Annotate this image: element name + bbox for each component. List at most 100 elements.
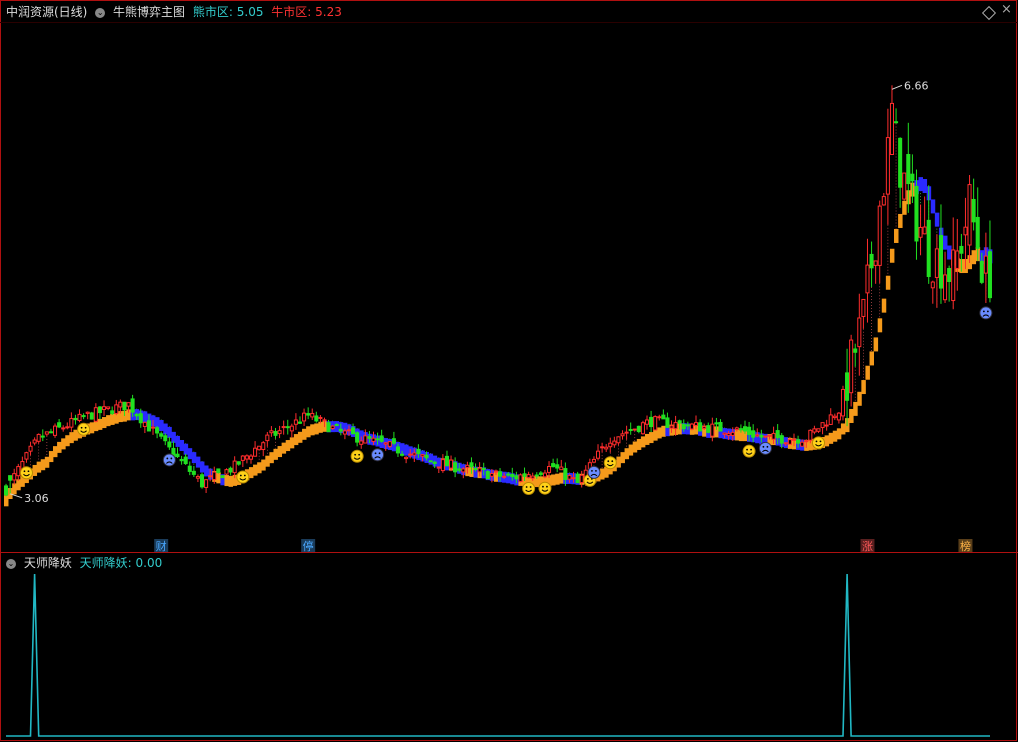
candle-up xyxy=(342,430,347,435)
candle-up xyxy=(571,477,576,480)
candle-up xyxy=(604,446,609,450)
candle-down xyxy=(926,219,931,277)
bear-band-segment xyxy=(199,461,205,473)
candle-down xyxy=(469,462,474,468)
candle-up xyxy=(922,226,927,235)
candle-down xyxy=(444,455,449,467)
candle-up xyxy=(195,476,200,479)
bull-band-segment xyxy=(902,200,907,215)
candle-down xyxy=(485,471,490,480)
candle-up xyxy=(69,418,74,428)
candle-up xyxy=(632,428,637,431)
bull-band-segment xyxy=(277,446,283,458)
face-eye xyxy=(170,457,173,460)
candle-up xyxy=(224,469,229,475)
candle-down xyxy=(391,438,396,444)
candle-up xyxy=(12,473,17,481)
candle-down xyxy=(938,235,943,289)
candle-up xyxy=(873,260,878,266)
bear-band-segment xyxy=(163,423,168,435)
candle-up xyxy=(881,196,886,206)
candle-up xyxy=(93,407,98,422)
candle-up xyxy=(877,205,882,266)
candle-up xyxy=(502,475,507,478)
bear-band-segment xyxy=(934,212,940,227)
candle-up xyxy=(600,446,605,449)
bull-band-segment xyxy=(600,468,605,480)
candle-up xyxy=(567,474,572,480)
bull-band-segment xyxy=(289,437,295,449)
candle-up xyxy=(265,434,270,442)
candle-down xyxy=(428,460,433,463)
smile-face-icon xyxy=(350,449,364,463)
face-eye xyxy=(815,440,818,443)
sub-series-line xyxy=(6,573,990,737)
candle-up xyxy=(85,411,90,414)
face-circle xyxy=(811,436,825,450)
face-eye xyxy=(542,485,544,488)
candle-up xyxy=(702,426,707,429)
candle-down xyxy=(714,422,719,425)
candle-up xyxy=(61,427,66,430)
candle-down xyxy=(355,432,360,443)
bear-band-segment xyxy=(404,444,409,456)
candle-down xyxy=(457,468,462,471)
bull-band-segment xyxy=(101,417,107,429)
candle-down xyxy=(400,453,405,456)
candle-down xyxy=(551,463,556,468)
candle-up xyxy=(530,475,535,479)
candle-down xyxy=(134,413,139,417)
bull-band-segment xyxy=(310,424,315,436)
candle-up xyxy=(836,412,841,421)
candle-down xyxy=(906,153,911,185)
candle-down xyxy=(959,245,964,254)
candle-up xyxy=(559,466,564,471)
bull-band-segment xyxy=(248,467,254,479)
candle-down xyxy=(898,137,903,188)
face-circle xyxy=(587,465,601,479)
candle-down xyxy=(538,472,543,475)
candle-down xyxy=(57,422,62,428)
candle-up xyxy=(114,404,119,414)
face-eye xyxy=(23,470,26,473)
bull-band-segment xyxy=(216,472,221,484)
candle-up xyxy=(330,425,335,430)
candle-up xyxy=(420,454,425,457)
face-eye xyxy=(762,445,765,448)
candle-up xyxy=(812,428,817,433)
candle-up xyxy=(591,458,596,463)
bull-band-segment xyxy=(555,473,560,485)
face-circle xyxy=(77,422,91,436)
frown-face-icon xyxy=(758,441,772,455)
candle-up xyxy=(955,250,960,269)
face-eye xyxy=(525,486,528,488)
bull-band-segment xyxy=(873,337,879,352)
bull-band-segment xyxy=(616,456,621,468)
bull-band-segment xyxy=(632,441,638,453)
candle-down xyxy=(987,251,992,299)
bull-band-segment xyxy=(261,459,266,471)
candle-up xyxy=(244,455,249,460)
candle-up xyxy=(885,137,890,195)
face-eye xyxy=(378,452,381,455)
face-circle xyxy=(603,456,617,470)
bull-band-segment xyxy=(306,426,311,438)
marker-label: 停 xyxy=(303,539,314,553)
candle-up xyxy=(783,442,788,445)
candle-up xyxy=(840,388,846,417)
face-eye xyxy=(595,469,597,472)
candle-down xyxy=(273,431,278,436)
candle-up xyxy=(346,429,352,432)
bull-band-segment xyxy=(40,459,46,471)
candle-down xyxy=(159,433,164,437)
candle-down xyxy=(971,198,976,223)
bull-band-segment xyxy=(649,432,654,444)
candle-down xyxy=(869,253,874,269)
candle-up xyxy=(730,431,735,436)
candle-up xyxy=(269,430,274,434)
candle-down xyxy=(522,473,527,477)
candle-up xyxy=(257,445,262,451)
bull-band-segment xyxy=(253,464,258,476)
candle-up xyxy=(371,437,376,442)
candle-up xyxy=(289,425,294,432)
